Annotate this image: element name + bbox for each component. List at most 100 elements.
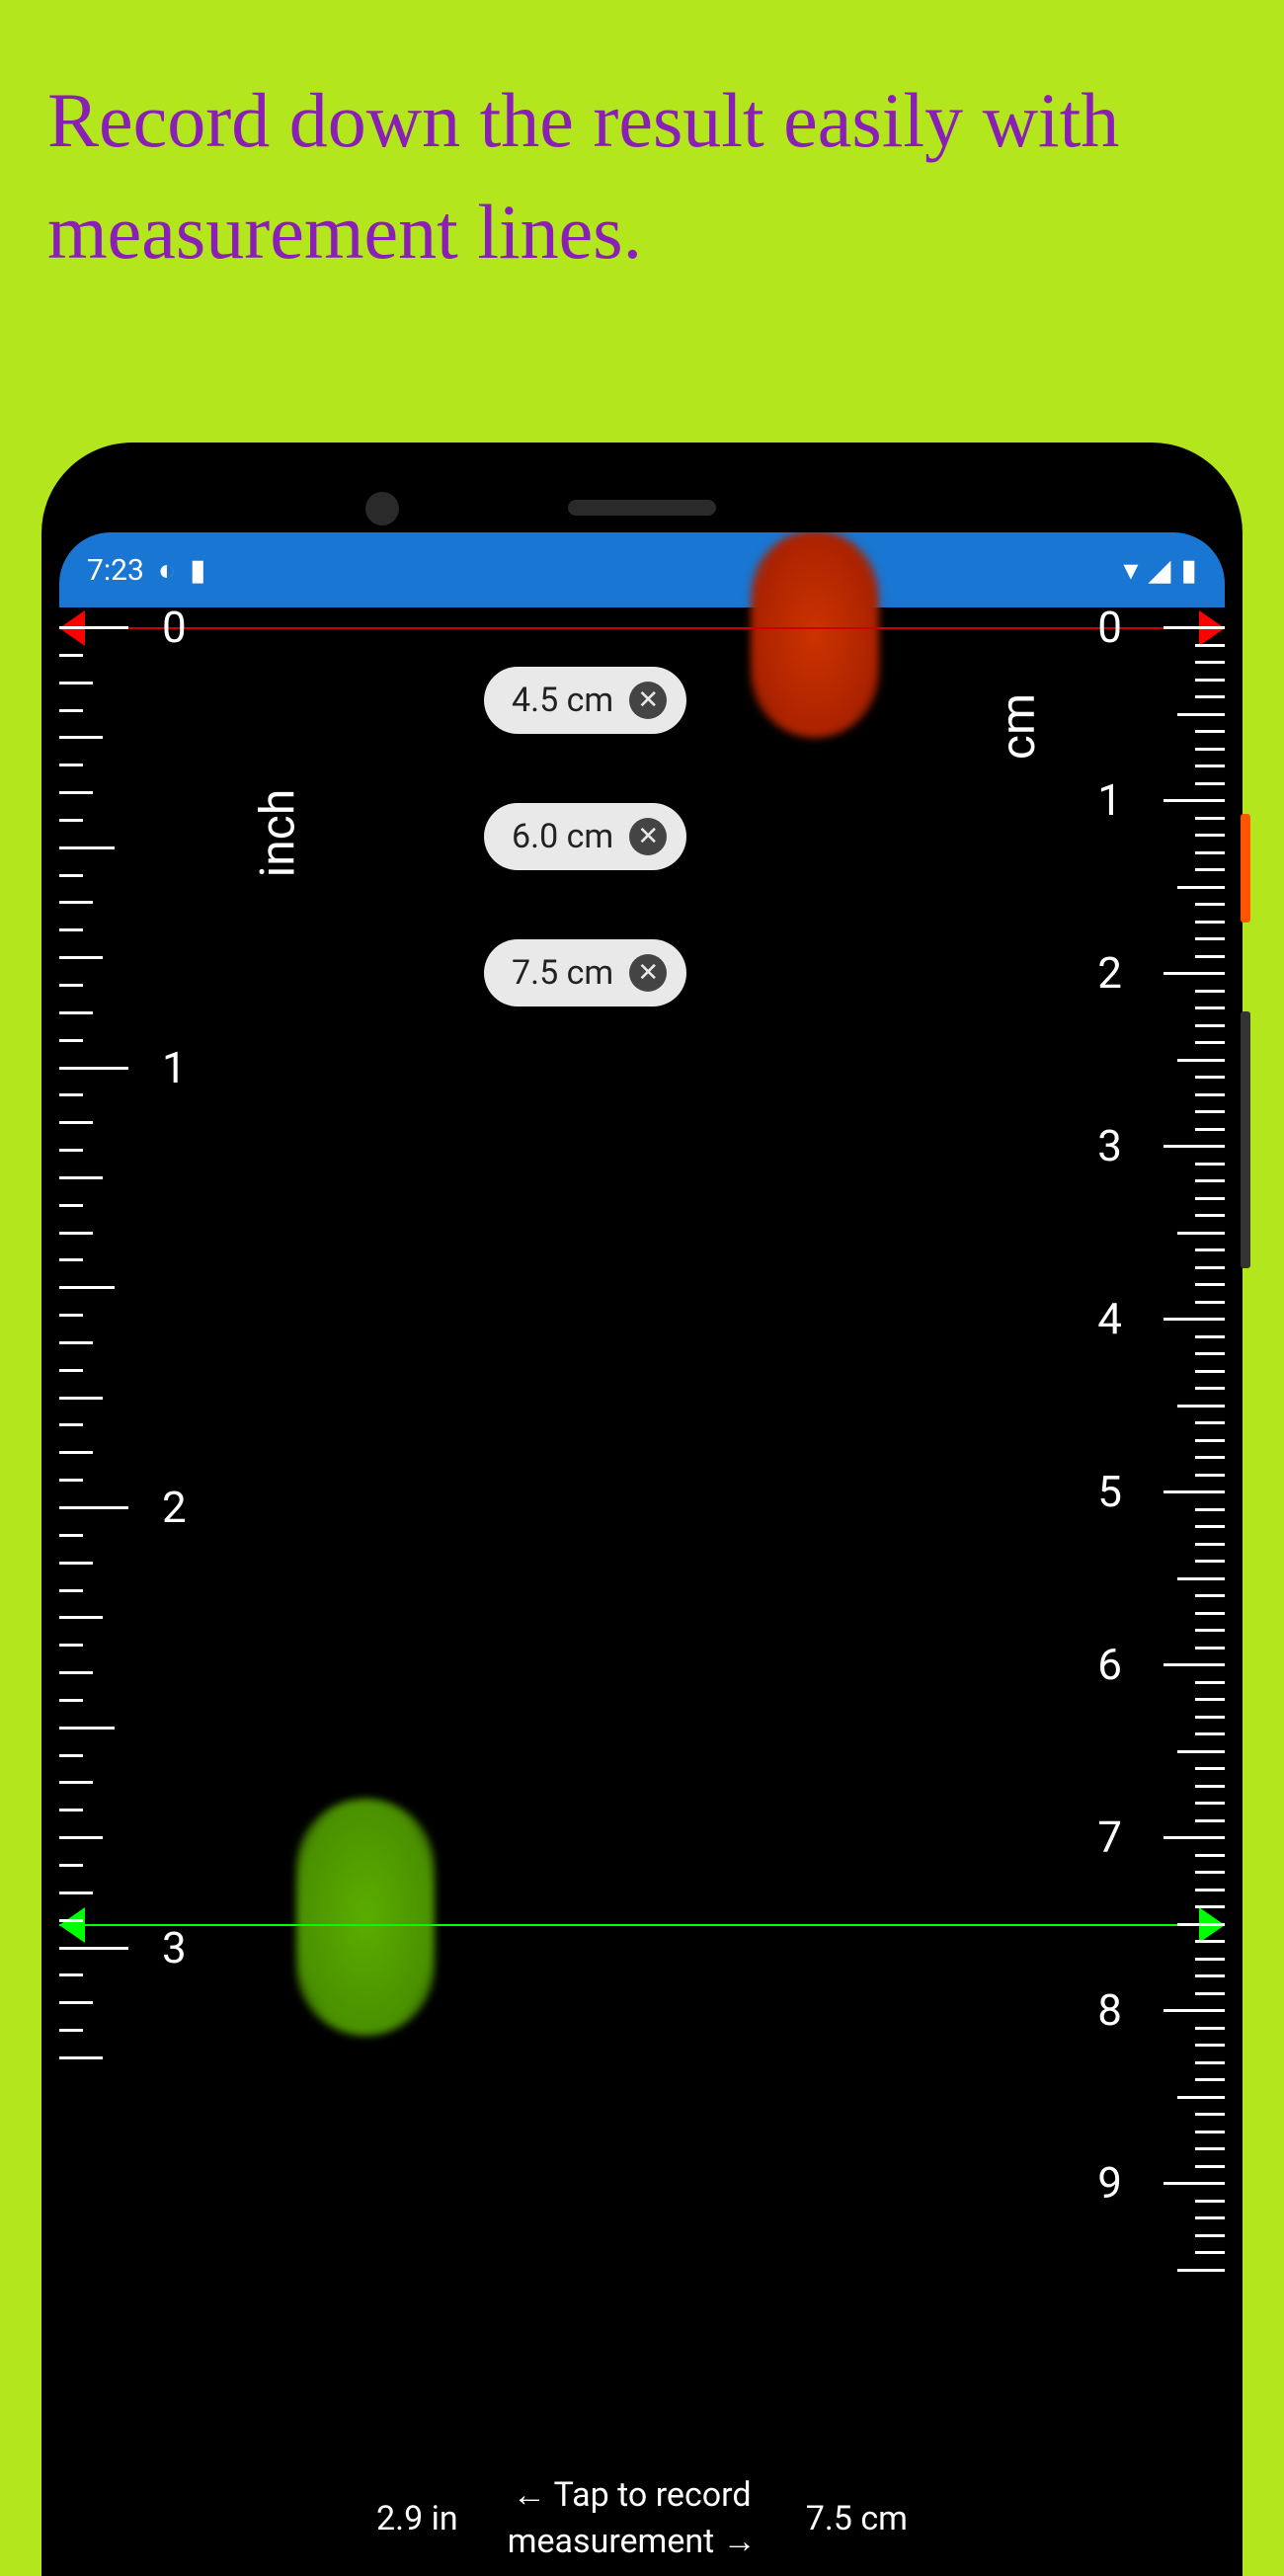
cm-tick	[1195, 1352, 1225, 1355]
cm-tick	[1195, 1525, 1225, 1528]
cm-tick	[1195, 1041, 1225, 1044]
cm-tick	[1164, 1663, 1225, 1666]
phone-screen: 7:23 ◐ ▮ ▾ ◢ ▮ inch cm 4.5 c	[59, 532, 1225, 2576]
inch-tick	[59, 1232, 93, 1235]
cm-tick	[1195, 2061, 1225, 2064]
inch-tick	[59, 626, 128, 629]
measurement-chip[interactable]: 7.5 cm✕	[484, 939, 686, 1006]
cm-tick	[1177, 1232, 1225, 1235]
inch-tick	[59, 1754, 83, 1757]
inch-tick	[59, 791, 93, 794]
cm-tick	[1195, 1629, 1225, 1632]
cm-tick	[1195, 1698, 1225, 1701]
close-icon[interactable]: ✕	[629, 818, 667, 855]
cm-tick	[1195, 1732, 1225, 1735]
inch-number: 3	[162, 1922, 187, 1973]
cm-tick	[1164, 1836, 1225, 1839]
inch-tick	[59, 1341, 93, 1344]
inch-tick	[59, 1011, 93, 1014]
inch-tick	[59, 874, 83, 877]
wifi-icon: ▾	[1123, 553, 1138, 588]
bottom-thumb-handle[interactable]	[296, 1799, 435, 2036]
inch-tick	[59, 1892, 93, 1894]
cm-tick	[1195, 2044, 1225, 2047]
cm-tick	[1195, 1889, 1225, 1892]
inch-value: 2.9 in	[376, 2499, 458, 2538]
cm-tick	[1177, 2096, 1225, 2099]
inch-tick	[59, 956, 103, 959]
cm-tick	[1195, 2147, 1225, 2150]
close-icon[interactable]: ✕	[629, 954, 667, 992]
cm-tick	[1195, 1802, 1225, 1805]
inch-tick	[59, 1149, 83, 1152]
cm-tick	[1195, 2251, 1225, 2254]
cm-number-0: 0	[1097, 602, 1122, 653]
inch-tick	[59, 1314, 83, 1317]
inch-tick	[59, 736, 103, 739]
inch-tick	[59, 928, 83, 931]
inch-number-0: 0	[162, 602, 187, 653]
cm-tick	[1195, 1128, 1225, 1131]
cm-tick	[1164, 1318, 1225, 1321]
cm-tick	[1195, 1958, 1225, 1961]
cm-number: 9	[1097, 2157, 1122, 2209]
inch-tick	[59, 1616, 103, 1619]
cm-tick	[1195, 1214, 1225, 1217]
inch-tick	[59, 1836, 103, 1839]
inch-tick	[59, 1506, 128, 1509]
inch-tick	[59, 1534, 83, 1537]
cm-tick	[1195, 937, 1225, 940]
cm-tick	[1195, 695, 1225, 698]
signal-icon: ◢	[1148, 553, 1170, 588]
cm-tick	[1195, 1179, 1225, 1182]
inch-label: inch	[249, 789, 305, 878]
inch-tick	[59, 1919, 83, 1922]
cm-tick	[1195, 1560, 1225, 1563]
cm-tick	[1195, 1474, 1225, 1477]
cm-tick	[1195, 1093, 1225, 1096]
ruler-area[interactable]: inch cm 4.5 cm✕6.0 cm✕7.5 cm✕ 2.9 in ← T…	[59, 607, 1225, 2576]
cm-tick	[1195, 1163, 1225, 1166]
close-icon[interactable]: ✕	[629, 682, 667, 719]
phone-frame: 7:23 ◐ ▮ ▾ ◢ ▮ inch cm 4.5 c	[41, 443, 1243, 2576]
inch-tick	[59, 1864, 83, 1867]
cm-tick	[1195, 1785, 1225, 1788]
inch-tick	[59, 846, 115, 849]
cm-number: 1	[1097, 774, 1122, 826]
cm-value: 7.5 cm	[806, 2499, 908, 2538]
cm-tick	[1195, 1248, 1225, 1251]
cm-tick	[1195, 1905, 1225, 1908]
inch-tick	[59, 1176, 103, 1179]
bottom-readout: 2.9 in ← Tap to recordmeasurement → 7.5 …	[59, 2472, 1225, 2566]
cm-tick	[1195, 1819, 1225, 1822]
measurement-chip[interactable]: 4.5 cm ✕	[484, 667, 686, 734]
cm-tick	[1195, 1871, 1225, 1874]
cm-tick	[1195, 1335, 1225, 1338]
status-time: 7:23	[87, 553, 144, 588]
inch-tick	[59, 1973, 83, 1976]
phone-speaker	[568, 500, 716, 516]
cm-tick	[1177, 1750, 1225, 1753]
cm-tick	[1195, 1543, 1225, 1546]
measurement-chip[interactable]: 6.0 cm ✕	[484, 803, 686, 870]
cm-tick	[1195, 868, 1225, 871]
chip-label: 4.5 cm	[512, 681, 613, 720]
cm-tick	[1195, 1421, 1225, 1424]
cm-tick	[1195, 1508, 1225, 1511]
cm-tick	[1164, 2182, 1225, 2185]
arrow-left-icon	[59, 1907, 85, 1943]
cm-tick	[1195, 2078, 1225, 2081]
inch-number: 1	[162, 1042, 187, 1093]
chip-label: 6.0 cm	[512, 817, 613, 856]
bottom-measure-line[interactable]	[59, 1924, 1225, 1926]
inch-tick	[59, 1121, 93, 1124]
promo-headline: Record down the result easily with measu…	[47, 64, 1237, 287]
cm-number: 5	[1097, 1466, 1122, 1517]
cm-number: 8	[1097, 1984, 1122, 2036]
cm-tick	[1195, 1992, 1225, 1995]
cm-tick	[1195, 1681, 1225, 1684]
inch-tick	[59, 709, 83, 712]
top-thumb-handle[interactable]	[751, 532, 879, 738]
record-hint[interactable]: ← Tap to recordmeasurement →	[508, 2472, 757, 2566]
top-measure-line[interactable]	[59, 627, 1225, 629]
